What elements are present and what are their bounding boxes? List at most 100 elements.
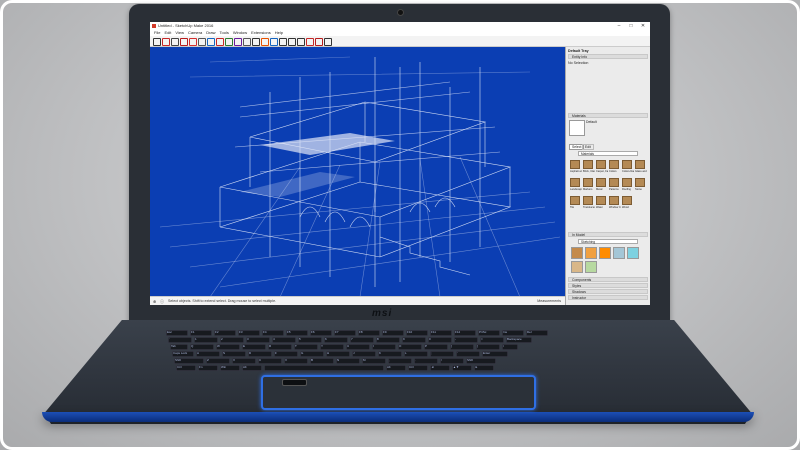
keyboard-key[interactable]: Esc bbox=[166, 330, 188, 336]
fingerprint-reader[interactable] bbox=[282, 379, 307, 386]
material-folder[interactable] bbox=[622, 160, 632, 169]
move-icon[interactable] bbox=[207, 38, 215, 46]
materials-collection-select[interactable]: Materials bbox=[578, 151, 638, 156]
keyboard-key[interactable]: Z bbox=[206, 358, 230, 364]
keyboard-key[interactable]: ; bbox=[430, 351, 454, 357]
entity-info-panel[interactable]: Entity Info bbox=[568, 54, 648, 59]
material-folder[interactable] bbox=[596, 178, 606, 187]
keyboard-key[interactable]: F3 bbox=[238, 330, 260, 336]
keyboard-key[interactable]: 6 bbox=[324, 337, 348, 343]
warehouse-icon[interactable] bbox=[306, 38, 314, 46]
keyboard-key[interactable]: B bbox=[310, 358, 334, 364]
style-swatch[interactable] bbox=[585, 261, 597, 273]
keyboard-key[interactable]: H bbox=[326, 351, 350, 357]
material-folder[interactable] bbox=[596, 160, 606, 169]
style-swatch[interactable] bbox=[571, 247, 583, 259]
pan-icon[interactable] bbox=[279, 38, 287, 46]
keyboard-key[interactable]: J bbox=[352, 351, 376, 357]
material-folder[interactable] bbox=[635, 178, 645, 187]
keyboard-key[interactable]: S bbox=[222, 351, 246, 357]
keyboard-key[interactable]: F9 bbox=[382, 330, 404, 336]
keyboard-key[interactable]: F2 bbox=[214, 330, 236, 336]
instructor-panel[interactable]: Instructor bbox=[568, 295, 648, 300]
keyboard-key[interactable]: Fn bbox=[198, 365, 218, 371]
keyboard-key[interactable]: T bbox=[294, 344, 318, 350]
keyboard-key[interactable]: ◄ bbox=[430, 365, 450, 371]
keyboard-key[interactable]: Shift bbox=[466, 358, 496, 364]
offset-icon[interactable] bbox=[234, 38, 242, 46]
3d-viewport[interactable] bbox=[150, 47, 565, 296]
keyboard-key[interactable]: 1 bbox=[194, 337, 218, 343]
pushpull-icon[interactable] bbox=[198, 38, 206, 46]
keyboard-key[interactable]: Y bbox=[320, 344, 344, 350]
keyboard-key[interactable]: N bbox=[336, 358, 360, 364]
material-folder[interactable] bbox=[596, 196, 606, 205]
extension-icon[interactable] bbox=[315, 38, 323, 46]
keyboard-key[interactable]: F4 bbox=[262, 330, 284, 336]
keyboard-key[interactable]: O bbox=[398, 344, 422, 350]
send-icon[interactable] bbox=[324, 38, 332, 46]
keyboard-key[interactable]: Q bbox=[190, 344, 214, 350]
keyboard-key[interactable]: 8 bbox=[376, 337, 400, 343]
keyboard-key[interactable]: M bbox=[362, 358, 386, 364]
keyboard-key[interactable]: F bbox=[274, 351, 298, 357]
material-folder[interactable] bbox=[622, 196, 632, 205]
material-folder[interactable] bbox=[609, 160, 619, 169]
keyboard-key[interactable]: K bbox=[378, 351, 402, 357]
help-icon[interactable]: ⓘ bbox=[160, 299, 164, 305]
in-model-panel[interactable]: In Model bbox=[568, 232, 648, 237]
keyboard-key[interactable]: F8 bbox=[358, 330, 380, 336]
orbit-icon[interactable] bbox=[270, 38, 278, 46]
keyboard-key[interactable]: Shift bbox=[174, 358, 204, 364]
styles-panel[interactable]: Styles bbox=[568, 283, 648, 288]
material-folder[interactable] bbox=[570, 160, 580, 169]
keyboard-key[interactable]: Tab bbox=[170, 344, 188, 350]
keyboard-key[interactable]: Del bbox=[526, 330, 548, 336]
geo-location-icon[interactable]: ⊕ bbox=[153, 299, 156, 304]
paint-icon[interactable] bbox=[261, 38, 269, 46]
keyboard-key[interactable]: F7 bbox=[334, 330, 356, 336]
keyboard-key[interactable]: V bbox=[284, 358, 308, 364]
shape-icon[interactable] bbox=[189, 38, 197, 46]
style-collection-select[interactable]: Sketching bbox=[578, 239, 638, 244]
keyboard-key[interactable]: A bbox=[196, 351, 220, 357]
components-panel[interactable]: Components bbox=[568, 277, 648, 282]
keyboard-key[interactable]: 9 bbox=[402, 337, 426, 343]
keyboard-key[interactable]: 7 bbox=[350, 337, 374, 343]
keyboard-key[interactable]: F12 bbox=[454, 330, 476, 336]
keyboard-key[interactable]: X bbox=[232, 358, 256, 364]
keyboard-key[interactable]: , bbox=[388, 358, 412, 364]
material-folder[interactable] bbox=[570, 178, 580, 187]
keyboard-key[interactable]: - bbox=[454, 337, 478, 343]
style-swatch[interactable] bbox=[627, 247, 639, 259]
keyboard-key[interactable]: Ctrl bbox=[176, 365, 196, 371]
keyboard-key[interactable] bbox=[264, 365, 384, 371]
line-icon[interactable] bbox=[171, 38, 179, 46]
keyboard-key[interactable]: P bbox=[424, 344, 448, 350]
keyboard-key[interactable]: Alt bbox=[242, 365, 262, 371]
select-icon[interactable] bbox=[153, 38, 161, 46]
keyboard-key[interactable]: F11 bbox=[430, 330, 452, 336]
material-folder[interactable] bbox=[622, 178, 632, 187]
material-folder[interactable] bbox=[635, 160, 645, 169]
minimize-button[interactable]: – bbox=[613, 22, 625, 30]
keyboard-key[interactable]: Caps Lock bbox=[172, 351, 194, 357]
keyboard-key[interactable]: F10 bbox=[406, 330, 428, 336]
keyboard-key[interactable]: Ins bbox=[502, 330, 524, 336]
keyboard-key[interactable]: 5 bbox=[298, 337, 322, 343]
material-folder[interactable] bbox=[609, 178, 619, 187]
keyboard-key[interactable]: . bbox=[414, 358, 438, 364]
arc-icon[interactable] bbox=[180, 38, 188, 46]
keyboard-key[interactable]: L bbox=[404, 351, 428, 357]
keyboard-key[interactable]: 0 bbox=[428, 337, 452, 343]
eraser-icon[interactable] bbox=[162, 38, 170, 46]
keyboard-key[interactable]: PrtSc bbox=[478, 330, 500, 336]
maximize-button[interactable]: □ bbox=[625, 22, 637, 30]
keyboard-key[interactable]: = bbox=[480, 337, 504, 343]
material-folder[interactable] bbox=[583, 196, 593, 205]
style-swatch[interactable] bbox=[571, 261, 583, 273]
close-button[interactable]: ✕ bbox=[637, 22, 649, 30]
style-swatch[interactable] bbox=[599, 247, 611, 259]
material-folder[interactable] bbox=[609, 196, 619, 205]
keyboard-key[interactable]: I bbox=[372, 344, 396, 350]
